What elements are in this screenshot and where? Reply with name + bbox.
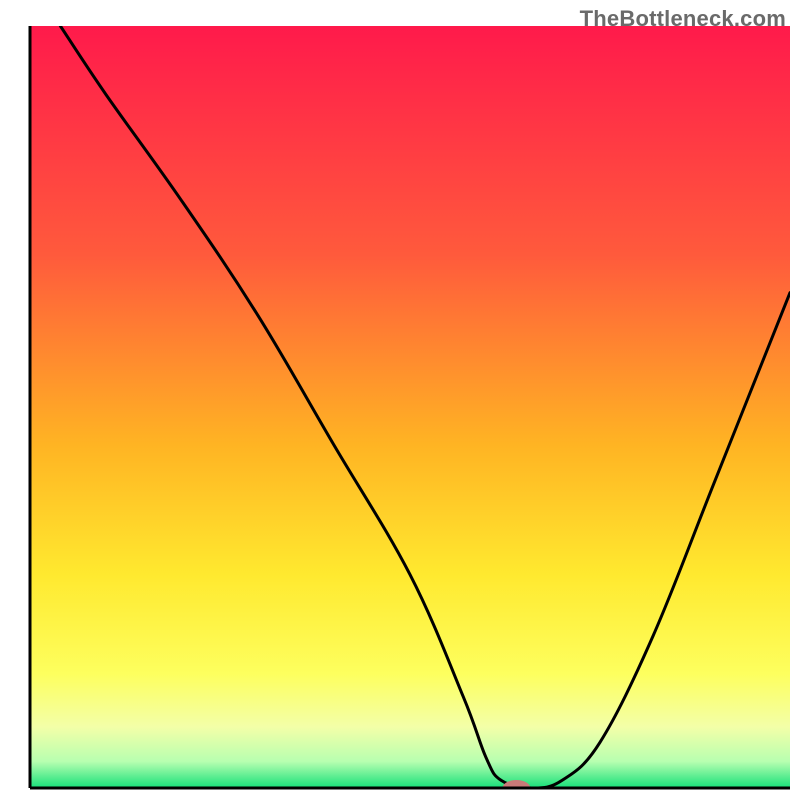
watermark-text: TheBottleneck.com <box>580 6 786 32</box>
chart-container: TheBottleneck.com <box>0 0 800 800</box>
gradient-background <box>30 26 790 788</box>
bottleneck-chart <box>0 0 800 800</box>
